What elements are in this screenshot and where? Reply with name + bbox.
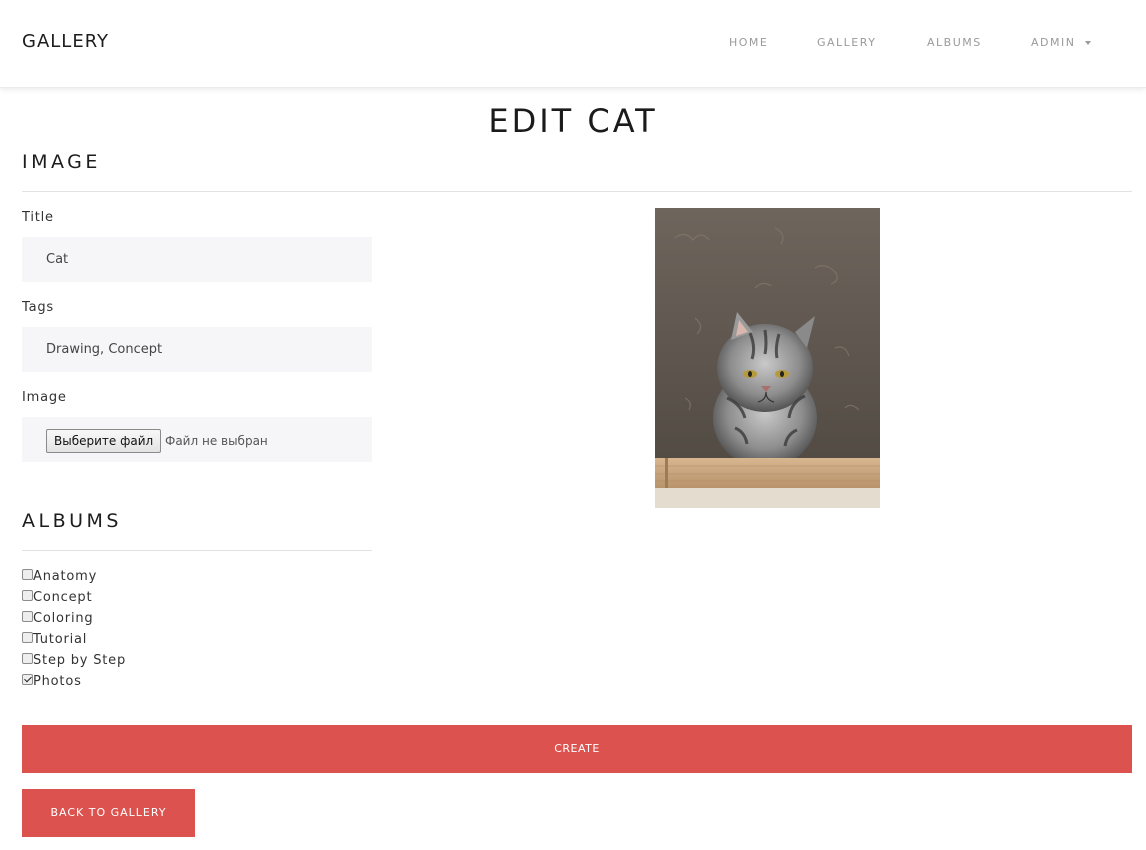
file-status-text: Файл не выбран bbox=[165, 434, 268, 448]
checkbox-coloring[interactable] bbox=[22, 611, 33, 622]
nav-admin-dropdown[interactable]: ADMIN bbox=[1031, 36, 1075, 49]
album-item-step-by-step[interactable]: Step by Step bbox=[22, 651, 126, 672]
create-button[interactable]: CREATE bbox=[22, 725, 1132, 773]
top-navbar: GALLERY HOME GALLERY ALBUMS ADMIN bbox=[0, 0, 1146, 88]
brand-logo[interactable]: GALLERY bbox=[22, 31, 109, 52]
tags-input[interactable]: Drawing, Concept bbox=[22, 327, 372, 372]
album-item-photos[interactable]: Photos bbox=[22, 672, 126, 693]
checkbox-step-by-step[interactable] bbox=[22, 653, 33, 664]
checkbox-concept[interactable] bbox=[22, 590, 33, 601]
title-input[interactable]: Cat bbox=[22, 237, 372, 282]
caret-down-icon[interactable] bbox=[1085, 41, 1091, 45]
checkbox-anatomy[interactable] bbox=[22, 569, 33, 580]
image-section-heading: IMAGE bbox=[22, 151, 101, 173]
file-input-wrapper: Выберите файл Файл не выбран bbox=[22, 417, 372, 462]
image-section-divider bbox=[22, 191, 1132, 192]
nav-home[interactable]: HOME bbox=[729, 36, 768, 49]
album-label-photos: Photos bbox=[33, 674, 82, 689]
album-label-coloring: Coloring bbox=[33, 611, 94, 626]
album-label-concept: Concept bbox=[33, 590, 93, 605]
back-to-gallery-button[interactable]: BACK TO GALLERY bbox=[22, 789, 195, 837]
nav-gallery[interactable]: GALLERY bbox=[817, 36, 876, 49]
cat-photo-preview bbox=[655, 208, 880, 508]
album-item-coloring[interactable]: Coloring bbox=[22, 609, 126, 630]
album-item-anatomy[interactable]: Anatomy bbox=[22, 567, 126, 588]
nav-albums[interactable]: ALBUMS bbox=[927, 36, 982, 49]
album-item-tutorial[interactable]: Tutorial bbox=[22, 630, 126, 651]
albums-checkbox-list: Anatomy Concept Coloring Tutorial Step b… bbox=[22, 567, 126, 693]
tags-label: Tags bbox=[22, 300, 54, 315]
albums-section-heading: ALBUMS bbox=[22, 510, 122, 532]
album-label-anatomy: Anatomy bbox=[33, 569, 98, 584]
choose-file-button[interactable]: Выберите файл bbox=[46, 429, 162, 453]
checkbox-photos[interactable] bbox=[22, 674, 33, 685]
album-label-step-by-step: Step by Step bbox=[33, 653, 127, 668]
page-title: EDIT CAT bbox=[488, 102, 658, 140]
album-item-concept[interactable]: Concept bbox=[22, 588, 126, 609]
image-label: Image bbox=[22, 390, 67, 405]
title-label: Title bbox=[22, 210, 54, 225]
checkbox-tutorial[interactable] bbox=[22, 632, 33, 643]
albums-section-divider bbox=[22, 550, 372, 551]
album-label-tutorial: Tutorial bbox=[33, 632, 88, 647]
